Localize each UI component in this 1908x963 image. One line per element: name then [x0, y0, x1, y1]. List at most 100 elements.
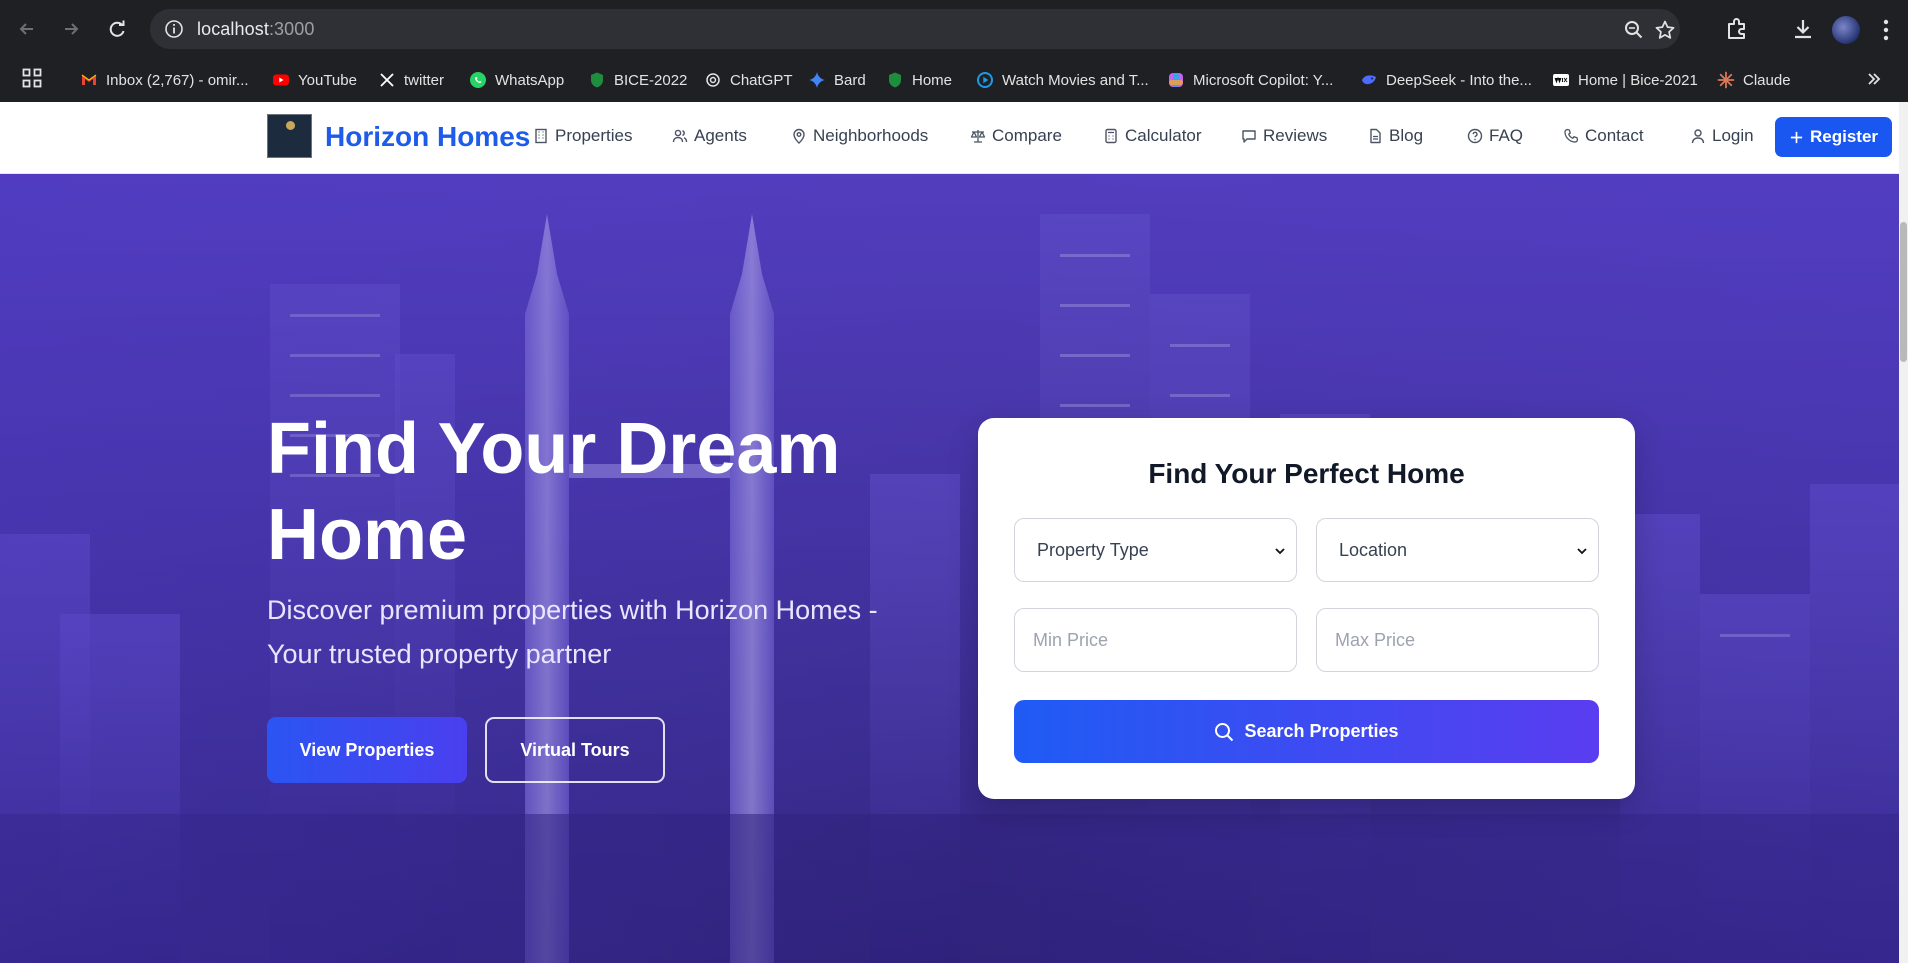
- brand-name[interactable]: Horizon Homes: [325, 121, 530, 153]
- browser-toolbar: localhost:3000: [0, 0, 1908, 58]
- brand-logo[interactable]: [267, 114, 312, 158]
- info-icon[interactable]: [164, 19, 184, 39]
- claude-icon: [1717, 71, 1735, 89]
- calculator-icon: [1105, 128, 1117, 144]
- bard-icon: [808, 71, 826, 89]
- chatgpt-icon: [704, 71, 722, 89]
- file-icon: [1370, 128, 1381, 144]
- address-bar[interactable]: localhost:3000: [150, 9, 1680, 49]
- nav-agents[interactable]: Agents: [672, 126, 747, 146]
- bookmark-twitter[interactable]: twitter: [378, 69, 444, 91]
- message-icon: [1242, 130, 1256, 143]
- nav-reviews-label: Reviews: [1263, 126, 1328, 145]
- url-text[interactable]: localhost:3000: [197, 19, 315, 40]
- building-icon: [535, 128, 547, 144]
- arrow-right-icon: [65, 23, 79, 35]
- forward-button[interactable]: [56, 14, 86, 44]
- chevron-double-right-icon[interactable]: [1865, 70, 1883, 88]
- location-value: Location: [1339, 539, 1408, 560]
- nav-calculator[interactable]: Calculator: [1103, 126, 1202, 146]
- nav-agents-label: Agents: [694, 126, 747, 145]
- bookmark-bard[interactable]: Bard: [808, 69, 866, 91]
- search-icon: [1215, 722, 1234, 741]
- nav-compare[interactable]: Compare: [970, 126, 1062, 146]
- bookmark-bice-2021[interactable]: Home | Bice-2021: [1552, 69, 1698, 91]
- play-icon: [976, 71, 994, 89]
- star-icon[interactable]: [1654, 19, 1676, 41]
- deepseek-icon: [1360, 71, 1378, 89]
- nav-blog[interactable]: Blog: [1367, 126, 1423, 146]
- profile-avatar[interactable]: [1832, 16, 1860, 44]
- home-site-icon: [886, 71, 904, 89]
- reload-button[interactable]: [102, 14, 132, 44]
- user-icon: [1691, 129, 1705, 144]
- page-scrollbar[interactable]: [1899, 102, 1908, 963]
- max-price-input[interactable]: Max Price: [1316, 608, 1599, 672]
- users-icon: [672, 129, 688, 143]
- scale-icon: [970, 130, 986, 143]
- register-label: Register: [1809, 127, 1879, 146]
- chevron-down-icon: [1577, 548, 1587, 555]
- bookmark-deepseek[interactable]: DeepSeek - Into the...: [1360, 69, 1532, 91]
- gmail-icon: [80, 71, 98, 89]
- extensions-icon[interactable]: [1724, 16, 1750, 42]
- x-icon: [378, 71, 396, 89]
- bookmark-bice-2022[interactable]: BICE-2022: [588, 69, 687, 91]
- plus-icon: [1790, 131, 1803, 143]
- bice-icon: [588, 71, 606, 89]
- more-options-icon[interactable]: [1882, 18, 1890, 42]
- nav-compare-label: Compare: [992, 126, 1062, 145]
- bookmark-watch-movies[interactable]: Watch Movies and T...: [976, 69, 1149, 91]
- nav-login[interactable]: Login: [1690, 126, 1754, 146]
- nav-neighborhoods-label: Neighborhoods: [813, 126, 929, 145]
- reload-icon: [109, 20, 125, 37]
- site-header: Horizon Homes Properties Agents Neighbor…: [0, 102, 1908, 174]
- bookmark-copilot[interactable]: Microsoft Copilot: Y...: [1167, 69, 1333, 91]
- search-card: Find Your Perfect Home Property Type Loc…: [978, 418, 1635, 799]
- map-pin-icon: [793, 128, 805, 144]
- nav-contact[interactable]: Contact: [1563, 126, 1644, 146]
- youtube-icon: [272, 71, 290, 89]
- bookmark-whatsapp[interactable]: WhatsApp: [469, 69, 564, 91]
- location-select[interactable]: Location: [1316, 518, 1599, 582]
- bookmark-chatgpt[interactable]: ChatGPT: [704, 69, 793, 91]
- zoom-icon[interactable]: [1623, 19, 1645, 41]
- chevron-down-icon: [1275, 548, 1285, 555]
- bookmark-gmail[interactable]: Inbox (2,767) - omir...: [80, 69, 249, 91]
- download-icon[interactable]: [1790, 16, 1816, 42]
- nav-neighborhoods[interactable]: Neighborhoods: [791, 126, 928, 146]
- hero-section: Find Your Dream Home Discover premium pr…: [0, 174, 1899, 963]
- search-button-label: Search Properties: [1244, 721, 1399, 741]
- help-circle-icon: [1467, 128, 1483, 144]
- nav-calculator-label: Calculator: [1125, 126, 1202, 145]
- hero-title: Find Your Dream Home: [267, 409, 841, 575]
- phone-icon: [1564, 128, 1579, 143]
- bookmark-youtube[interactable]: YouTube: [272, 69, 357, 91]
- arrow-left-icon: [19, 23, 33, 35]
- nav-contact-label: Contact: [1585, 126, 1644, 145]
- hero-subtitle: Discover premium properties with Horizon…: [267, 595, 878, 669]
- bookmark-home[interactable]: Home: [886, 69, 952, 91]
- search-properties-button[interactable]: Search Properties: [1014, 700, 1599, 763]
- search-card-title: Find Your Perfect Home: [1148, 458, 1465, 489]
- nav-faq-label: FAQ: [1489, 126, 1524, 145]
- whatsapp-icon: [469, 71, 487, 89]
- register-button[interactable]: Register: [1775, 117, 1892, 157]
- apps-grid-icon[interactable]: [22, 68, 42, 88]
- property-type-select[interactable]: Property Type: [1014, 518, 1297, 582]
- nav-reviews[interactable]: Reviews: [1241, 126, 1327, 146]
- nav-login-label: Login: [1712, 126, 1754, 145]
- nav-properties-label: Properties: [555, 126, 633, 145]
- copilot-icon: [1167, 71, 1185, 89]
- nav-properties[interactable]: Properties: [533, 126, 632, 146]
- min-price-input[interactable]: Min Price: [1014, 608, 1297, 672]
- view-properties-button[interactable]: View Properties: [267, 717, 467, 783]
- scrollbar-thumb[interactable]: [1900, 222, 1907, 362]
- wix-icon: [1552, 71, 1570, 89]
- nav-blog-label: Blog: [1389, 126, 1424, 145]
- virtual-tours-button[interactable]: Virtual Tours: [485, 717, 665, 783]
- back-button[interactable]: [12, 14, 42, 44]
- bookmark-claude[interactable]: Claude: [1717, 69, 1791, 91]
- nav-faq[interactable]: FAQ: [1467, 126, 1523, 146]
- property-type-value: Property Type: [1037, 539, 1149, 560]
